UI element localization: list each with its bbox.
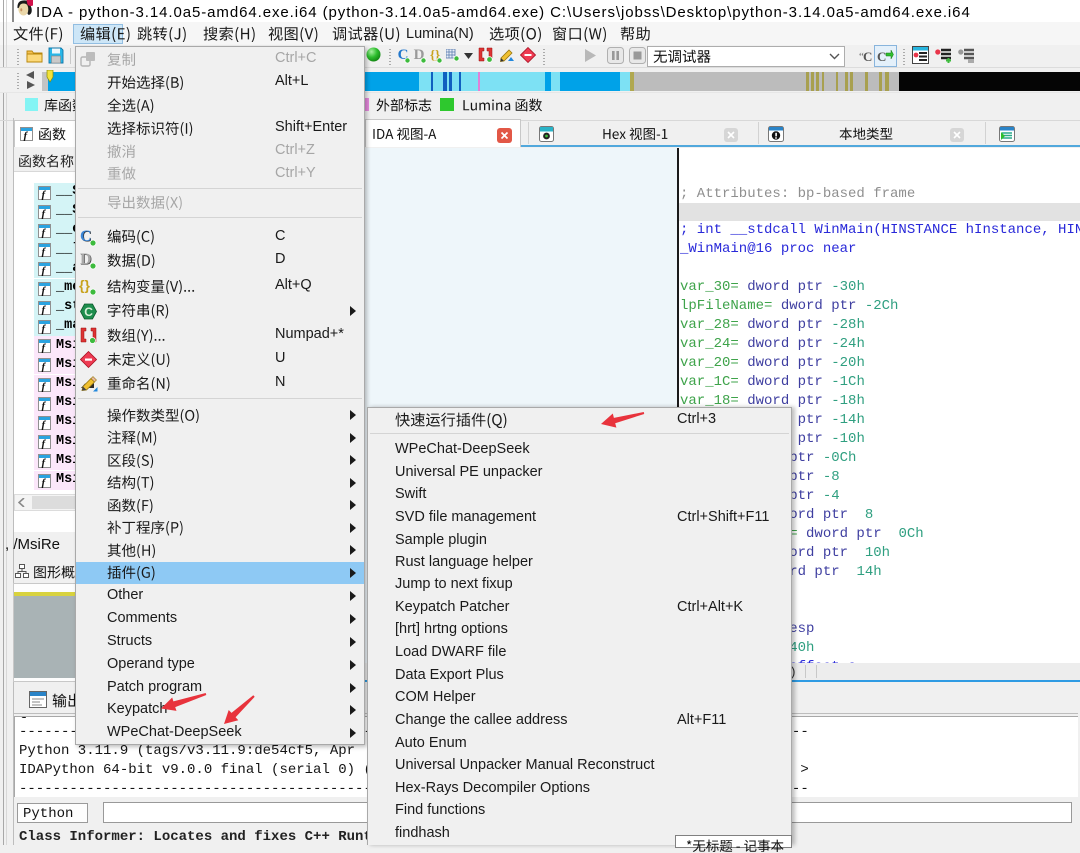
svg-text:C: C — [84, 305, 93, 319]
svg-text:C: C — [877, 49, 886, 64]
svg-text:C: C — [863, 49, 872, 64]
